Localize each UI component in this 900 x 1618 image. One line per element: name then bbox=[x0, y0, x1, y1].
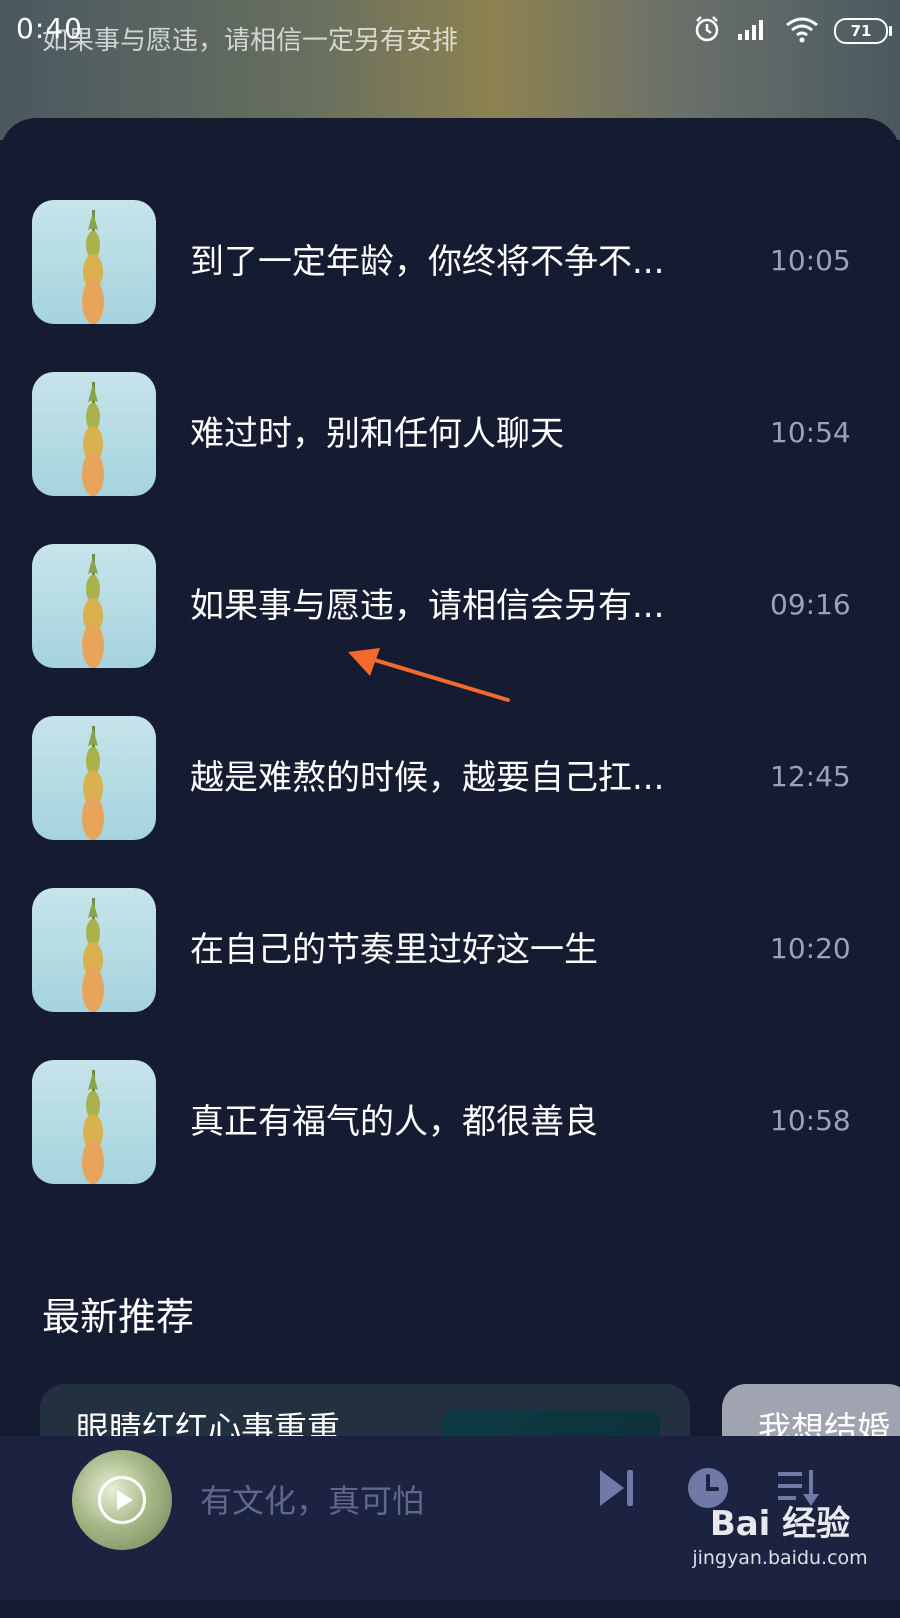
track-title: 到了一定年龄，你终将不争不... bbox=[190, 242, 665, 282]
track-thumbnail bbox=[32, 1060, 156, 1184]
list-item[interactable]: 越是难熬的时候，越要自己扛... 12:45 bbox=[0, 716, 900, 840]
list-item[interactable]: 真正有福气的人，都很善良 10:58 bbox=[0, 1060, 900, 1184]
track-time: 12:45 bbox=[770, 760, 851, 793]
player-track-title: 有文化，真可怕 bbox=[200, 1482, 425, 1520]
status-icons: 71 bbox=[692, 14, 892, 48]
watermark-logo: Bai 经验 bbox=[709, 1504, 851, 1544]
track-time: 10:20 bbox=[770, 932, 851, 965]
list-item[interactable]: 在自己的节奏里过好这一生 10:20 bbox=[0, 888, 900, 1012]
track-time: 10:54 bbox=[770, 416, 851, 449]
track-title: 如果事与愿违，请相信会另有... bbox=[190, 586, 665, 626]
track-thumbnail bbox=[32, 200, 156, 324]
track-time: 10:58 bbox=[770, 1104, 851, 1137]
play-icon[interactable] bbox=[98, 1476, 146, 1524]
track-title: 越是难熬的时候，越要自己扛... bbox=[190, 758, 665, 798]
player-cover[interactable] bbox=[72, 1450, 172, 1550]
wifi-icon bbox=[784, 15, 820, 47]
alarm-icon bbox=[692, 14, 722, 48]
baidu-jingyan-watermark: Bai 经验 jingyan.baidu.com bbox=[680, 1496, 880, 1569]
track-time: 09:16 bbox=[770, 588, 851, 621]
next-track-icon[interactable] bbox=[596, 1466, 638, 1514]
track-title: 在自己的节奏里过好这一生 bbox=[190, 930, 598, 970]
list-item[interactable]: 难过时，别和任何人聊天 10:54 bbox=[0, 372, 900, 496]
track-title: 真正有福气的人，都很善良 bbox=[190, 1102, 598, 1142]
track-thumbnail bbox=[32, 888, 156, 1012]
track-thumbnail bbox=[32, 716, 156, 840]
section-title-latest: 最新推荐 bbox=[42, 1295, 195, 1339]
track-time: 10:05 bbox=[770, 244, 851, 277]
signal-icon bbox=[736, 16, 770, 46]
watermark-url: jingyan.baidu.com bbox=[692, 1547, 868, 1569]
now-playing-marquee: 如果事与愿违，请相信一定另有安排 bbox=[42, 26, 459, 56]
status-bar: 0:40 如果事与愿违，请相信一定另有安排 71 bbox=[0, 0, 900, 64]
track-thumbnail bbox=[32, 544, 156, 668]
track-thumbnail bbox=[32, 372, 156, 496]
battery-indicator: 71 bbox=[834, 18, 892, 44]
list-item[interactable]: 到了一定年龄，你终将不争不... 10:05 bbox=[0, 200, 900, 324]
track-title: 难过时，别和任何人聊天 bbox=[190, 414, 564, 454]
annotation-arrow-icon bbox=[348, 648, 510, 702]
